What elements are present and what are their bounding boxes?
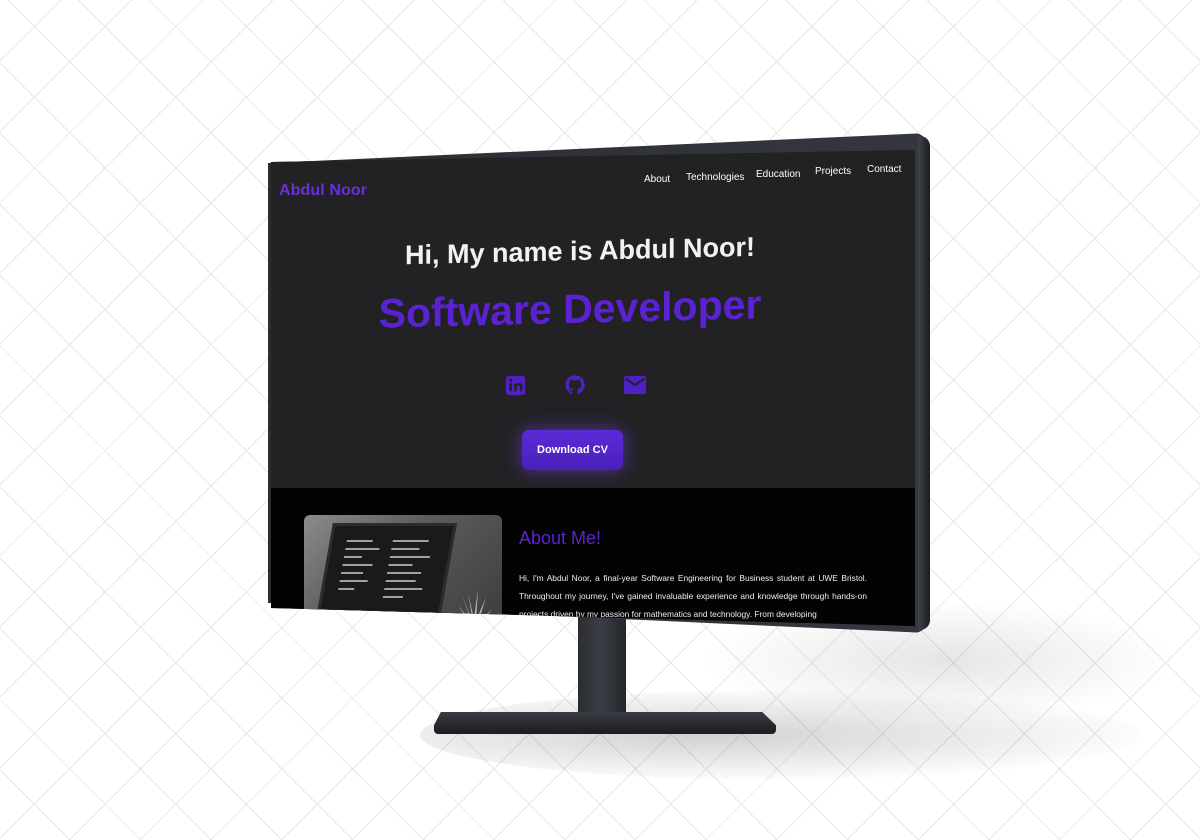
floor-shadow (420, 690, 1140, 780)
mockup-stage: Abdul Noor About Technologies Education … (0, 0, 1200, 840)
monitor-stand-base (434, 712, 776, 734)
nav-item-contact[interactable]: Contact (867, 164, 901, 175)
nav-item-technologies[interactable]: Technologies (686, 172, 744, 183)
monitor-side-edge (918, 136, 930, 630)
download-cv-button[interactable]: Download CV (522, 430, 623, 470)
laptop-image (315, 523, 457, 624)
social-links (503, 373, 647, 397)
about-title: About Me! (519, 528, 602, 548)
linkedin-icon[interactable] (503, 373, 527, 397)
site-brand[interactable]: Abdul Noor (279, 182, 367, 200)
nav-item-about[interactable]: About (644, 174, 670, 185)
monitor-stand-neck (578, 612, 626, 724)
about-text: Hi, I'm Abdul Noor, a final-year Softwar… (519, 573, 867, 619)
nav-item-projects[interactable]: Projects (815, 166, 851, 177)
mail-icon[interactable] (623, 373, 647, 397)
nav-item-education[interactable]: Education (756, 169, 800, 180)
github-icon[interactable] (563, 373, 587, 397)
plant-image (458, 589, 492, 625)
about-photo (304, 515, 502, 625)
